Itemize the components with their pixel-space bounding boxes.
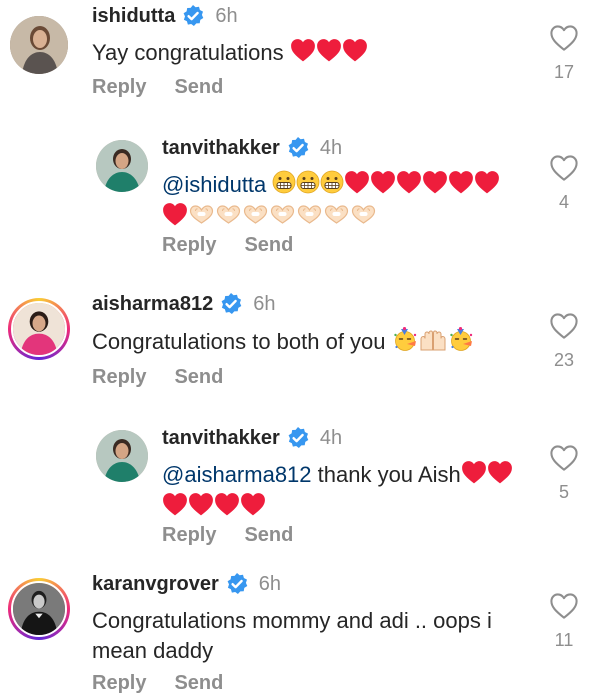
comment-username[interactable]: ishidutta [92,5,175,28]
profile-photo-icon [13,583,65,635]
avatar-story-ring[interactable] [8,298,70,360]
heart-hands-icon [323,204,350,226]
profile-photo-icon [96,140,148,192]
emoji-row [461,460,513,492]
comment-username[interactable]: tanvithakker [162,137,280,160]
red-heart-icon [214,492,240,516]
comment-username[interactable]: tanvithakker [162,427,280,450]
send-button[interactable]: Send [174,366,223,389]
send-button[interactable]: Send [244,524,293,547]
reply-button[interactable]: Reply [162,234,216,257]
like-control: 5 [544,444,584,503]
red-heart-icon [188,492,214,516]
profile-photo-icon [13,303,65,355]
avatar[interactable] [10,16,68,74]
reply-button[interactable]: Reply [162,524,216,547]
comment-timestamp: 6h [258,572,281,595]
verified-badge-icon [181,4,205,28]
red-heart-icon [162,202,188,226]
verified-badge-icon [286,426,310,450]
heart-outline-icon[interactable] [549,24,579,52]
like-count: 11 [554,630,574,650]
red-heart-icon [474,170,500,194]
like-control: 4 [544,154,584,213]
comment-timestamp: 4h [319,426,343,449]
heart-hands-icon [296,204,323,226]
like-control: 17 [544,24,584,83]
heart-outline-icon[interactable] [549,592,579,620]
like-count: 17 [553,62,575,82]
partying-face-icon [392,326,418,352]
comment-timestamp: 6h [253,292,276,315]
red-heart-icon [370,170,396,194]
reply-button[interactable]: Reply [92,672,146,695]
red-heart-icon [461,460,487,484]
heart-hands-icon [242,204,269,226]
like-control: 11 [544,592,584,651]
avatar-story-ring[interactable] [8,578,70,640]
red-heart-icon [448,170,474,194]
verified-badge-icon [286,136,310,160]
send-button[interactable]: Send [244,234,293,257]
mention-link[interactable]: @aisharma812 [162,462,312,487]
comment-text: @aisharma812 thank you Aish [162,460,542,524]
comment-text: Yay congratulations [92,38,368,70]
comment-text: @ishidutta [162,170,532,234]
send-button[interactable]: Send [174,76,223,99]
emoji-row [272,170,500,202]
verified-badge-icon [219,292,243,316]
comment-text-line: Congratulations mommy and adi .. oops i [92,608,492,633]
red-heart-icon [422,170,448,194]
red-heart-icon [342,38,368,62]
red-heart-icon [316,38,342,62]
comment-text: Congratulations mommy and adi .. oops i … [92,606,532,666]
emoji-row [162,202,377,234]
comment-timestamp: 4h [319,136,343,159]
heart-hands-icon [188,204,215,226]
emoji-row [162,492,266,524]
red-heart-icon [162,492,188,516]
profile-photo-icon [96,430,148,482]
send-button[interactable]: Send [174,672,223,695]
reply-button[interactable]: Reply [92,366,146,389]
like-count: 4 [558,192,569,212]
red-heart-icon [344,170,370,194]
heart-outline-icon[interactable] [549,312,579,340]
red-heart-emoji-row [290,38,368,70]
raised-hands-icon [418,330,448,352]
red-heart-icon [240,492,266,516]
heart-outline-icon[interactable] [549,154,579,182]
comment-text-content: thank you Aish [311,462,461,487]
comment-text-line: mean daddy [92,638,214,663]
like-count: 5 [558,482,569,502]
verified-badge-icon [225,572,249,596]
profile-photo-icon [10,16,68,74]
grimacing-face-icon [320,170,344,194]
grimacing-face-icon [296,170,320,194]
avatar[interactable] [96,430,148,482]
red-heart-icon [487,460,513,484]
comment-timestamp: 6h [215,4,238,27]
grimacing-face-icon [272,170,296,194]
comment-username[interactable]: karanvgrover [92,573,219,596]
partying-face-icon [448,326,474,352]
red-heart-icon [290,38,316,62]
reply-button[interactable]: Reply [92,76,146,99]
heart-outline-icon[interactable] [549,444,579,472]
emoji-row [392,326,474,360]
comment-text-content: Yay congratulations [92,40,284,65]
avatar[interactable] [96,140,148,192]
heart-hands-icon [269,204,296,226]
red-heart-icon [396,170,422,194]
like-control: 23 [544,312,584,371]
mention-link[interactable]: @ishidutta [162,172,266,197]
comment-text-content: Congratulations to both of you [92,328,386,354]
comment-text: Congratulations to both of you [92,326,474,360]
heart-hands-icon [350,204,377,226]
like-count: 23 [553,350,575,370]
comment-username[interactable]: aisharma812 [92,293,213,316]
heart-hands-icon [215,204,242,226]
